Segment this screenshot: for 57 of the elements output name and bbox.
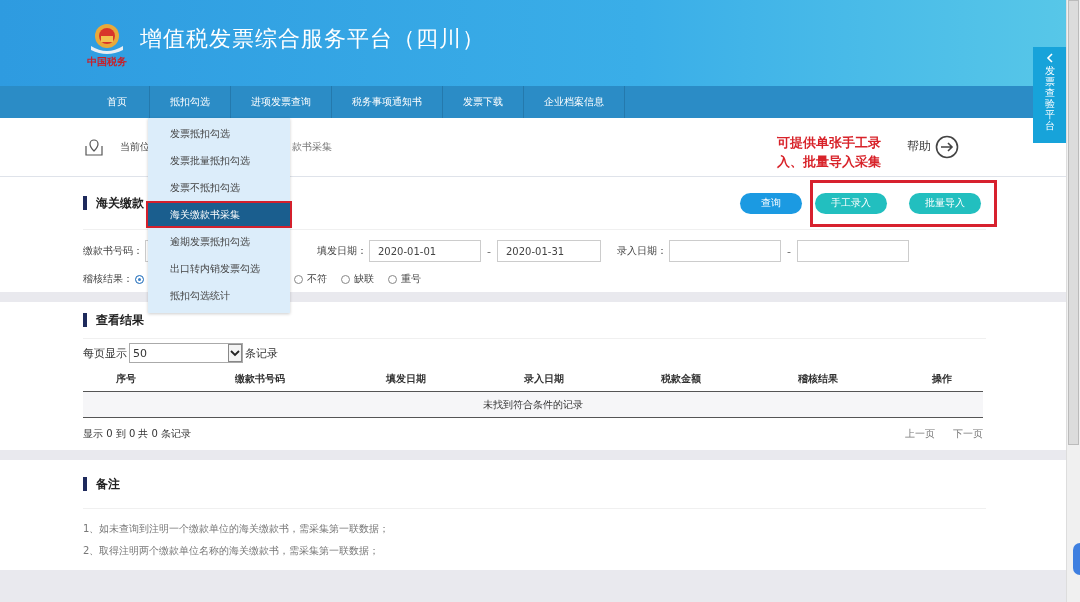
radio-button[interactable] <box>294 274 303 284</box>
breadcrumb-current[interactable]: 款书采集 <box>292 140 332 154</box>
field-label: 稽核结果： <box>83 272 133 286</box>
empty-message: 未找到符合条件的记录 <box>483 397 583 412</box>
range-separator: - <box>787 244 791 258</box>
column-header: 填发日期 <box>385 372 427 386</box>
page-size-label: 每页显示 <box>83 345 127 361</box>
menu-item[interactable]: 发票不抵扣勾选 <box>148 174 290 201</box>
radio-button[interactable] <box>135 274 144 284</box>
column-header: 稽核结果 <box>797 372 839 386</box>
radio-label: 缺联 <box>354 272 374 286</box>
side-tab-label: 发票查验平台 <box>1044 65 1055 131</box>
note-text: 2、取得注明两个缴款单位名称的海关缴款书，需采集第一联数据； <box>83 544 381 558</box>
column-header: 录入日期 <box>523 372 565 386</box>
action-button[interactable]: 查询 <box>740 192 802 214</box>
field-label: 录入日期： <box>617 244 667 258</box>
record-summary: 显示 0 到 0 共 0 条记录 <box>83 427 192 441</box>
input-field[interactable]: 2020-01-01 <box>369 240 481 262</box>
note-text: 1、如未查询到注明一个缴款单位的海关缴款书，需采集第一联数据； <box>83 522 391 536</box>
radio-button[interactable] <box>388 274 397 284</box>
range-separator: - <box>487 244 491 258</box>
input-field[interactable]: 2020-01-31 <box>497 240 601 262</box>
column-header: 缴款书号码 <box>234 372 286 386</box>
scrollbar-thumb[interactable] <box>1068 0 1079 445</box>
input-field[interactable] <box>669 240 781 262</box>
chevron-left-icon <box>1045 53 1054 63</box>
menu-item[interactable]: 逾期发票抵扣勾选 <box>148 228 290 255</box>
help-link[interactable]: 帮助 <box>907 138 931 155</box>
page-size-suffix: 条记录 <box>245 345 278 361</box>
radio-label: 不符 <box>307 272 327 286</box>
scrollbar[interactable] <box>1066 0 1080 602</box>
menu-item[interactable]: 发票批量抵扣勾选 <box>148 147 290 174</box>
menu-item[interactable]: 发票抵扣勾选 <box>148 120 290 147</box>
arrow-circle-icon[interactable] <box>935 135 959 159</box>
radio-label: 重号 <box>401 272 421 286</box>
menu-item[interactable]: 出口转内销发票勾选 <box>148 255 290 282</box>
radio-button[interactable] <box>341 274 350 284</box>
map-pin-icon <box>84 138 104 156</box>
breadcrumb-label: 当前位 <box>120 140 150 154</box>
page-size-select[interactable]: 50 <box>129 343 243 363</box>
menu-item[interactable]: 抵扣勾选统计 <box>148 282 290 309</box>
input-field[interactable] <box>796 240 909 262</box>
section-title: 备注 <box>83 477 120 491</box>
round-button[interactable] <box>1073 543 1080 575</box>
annotation-text: 可提供单张手工录入、批量导入采集 <box>777 134 882 171</box>
menu-item[interactable]: 海关缴款书采集 <box>146 201 292 228</box>
field-label: 缴款书号码： <box>83 244 143 258</box>
logo-caption: 中国税务 <box>87 56 127 68</box>
column-header: 操作 <box>931 372 953 386</box>
column-header: 税款金额 <box>660 372 702 386</box>
side-tab[interactable]: 发票查验平台 <box>1033 47 1066 143</box>
column-header: 序号 <box>115 372 137 386</box>
section-title: 查看结果 <box>83 313 144 327</box>
pager-link[interactable]: 下一页 <box>953 427 983 441</box>
pager-link[interactable]: 上一页 <box>905 427 935 441</box>
field-label: 填发日期： <box>317 244 367 258</box>
site-title: 增值税发票综合服务平台（四川） <box>140 25 485 53</box>
